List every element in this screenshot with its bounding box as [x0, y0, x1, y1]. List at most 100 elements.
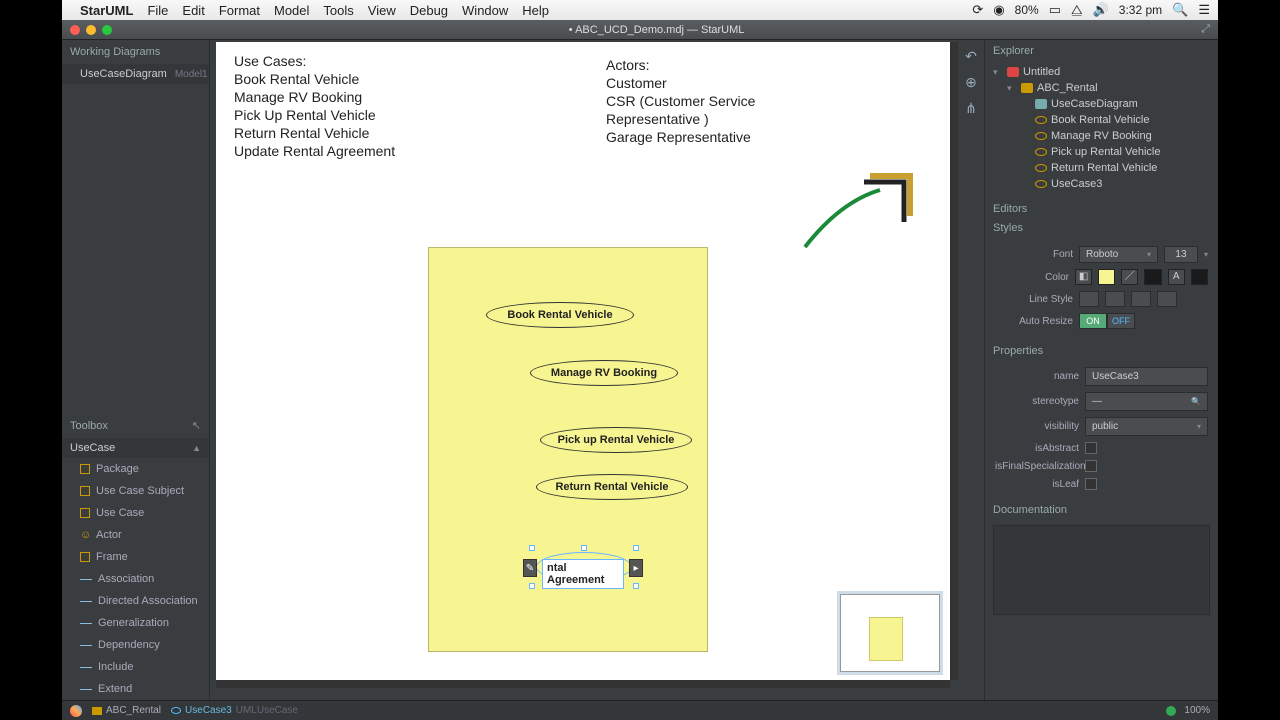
prop-visibility-select[interactable]: public▾: [1085, 417, 1208, 436]
font-select[interactable]: Roboto▾: [1079, 246, 1158, 263]
tree-uc-1[interactable]: Manage RV Booking: [993, 128, 1218, 144]
tool-association[interactable]: Association: [62, 568, 209, 590]
tree-uc-3[interactable]: Return Rental Vehicle: [993, 160, 1218, 176]
app-name[interactable]: StarUML: [80, 3, 133, 18]
linestyle-1[interactable]: [1079, 291, 1099, 307]
status-element[interactable]: UseCase3UMLUseCase: [171, 705, 298, 716]
usecase-return[interactable]: Return Rental Vehicle: [536, 474, 688, 500]
tool-actor[interactable]: ☺Actor: [62, 524, 209, 546]
traffic-lights: [70, 25, 112, 35]
text-tool-icon[interactable]: A: [1168, 269, 1185, 285]
left-panel: Working Diagrams UseCaseDiagram Model1 T…: [62, 40, 210, 700]
arrow-decoration: [800, 172, 920, 252]
toolbox-title: Toolbox: [70, 420, 108, 432]
autoresize-toggle[interactable]: ONOFF: [1079, 313, 1135, 329]
usecase-book[interactable]: Book Rental Vehicle: [486, 302, 634, 328]
mac-menubar: StarUML File Edit Format Model Tools Vie…: [62, 0, 1218, 20]
menu-icon[interactable]: ☰: [1198, 2, 1210, 18]
tree-diagram[interactable]: UseCaseDiagram: [993, 96, 1218, 112]
minimize-button[interactable]: [86, 25, 96, 35]
wifi-icon[interactable]: ⧋: [1071, 2, 1083, 18]
menu-tools[interactable]: Tools: [323, 3, 353, 18]
tool-directed-association[interactable]: Directed Association: [62, 590, 209, 612]
window-title: • ABC_UCD_Demo.mdj — StarUML: [569, 24, 745, 36]
linestyle-2[interactable]: [1105, 291, 1125, 307]
tree-uc-4[interactable]: UseCase3: [993, 176, 1218, 192]
prop-name-input[interactable]: UseCase3: [1085, 367, 1208, 386]
tool-usecase-subject[interactable]: Use Case Subject: [62, 480, 209, 502]
quick-edit-right[interactable]: ▸: [629, 559, 643, 577]
actors-note: Actors: Customer CSR (Customer Service R…: [606, 56, 755, 146]
fill-color-swatch[interactable]: [1098, 269, 1115, 285]
right-dock: ↶ ⊕ ⋔: [958, 40, 984, 700]
zoom-level[interactable]: 100%: [1184, 705, 1210, 716]
vertical-scrollbar[interactable]: [950, 42, 958, 680]
menu-debug[interactable]: Debug: [410, 3, 448, 18]
font-size-input[interactable]: 13: [1164, 246, 1198, 263]
minimap[interactable]: [840, 594, 940, 672]
sync-icon[interactable]: ⟳: [972, 2, 983, 18]
battery-icon[interactable]: ▭: [1049, 2, 1061, 18]
editors-title: Editors: [985, 198, 1218, 220]
volume-icon[interactable]: 🔊: [1093, 2, 1109, 18]
menu-help[interactable]: Help: [522, 3, 549, 18]
prop-isabstract-checkbox[interactable]: [1085, 442, 1097, 454]
autoresize-label: Auto Resize: [995, 316, 1073, 327]
prop-isfinal-checkbox[interactable]: [1085, 460, 1097, 472]
tree-root[interactable]: ▾Untitled: [993, 64, 1218, 80]
linestyle-4[interactable]: [1157, 291, 1177, 307]
prop-stereotype-input[interactable]: —🔍: [1085, 392, 1208, 411]
tool-include[interactable]: Include: [62, 656, 209, 678]
tool-usecase[interactable]: Use Case: [62, 502, 209, 524]
tool-dependency[interactable]: Dependency: [62, 634, 209, 656]
documentation-textarea[interactable]: [993, 525, 1210, 615]
pointer-tool-icon[interactable]: ↖: [192, 419, 201, 432]
linestyle-3[interactable]: [1131, 291, 1151, 307]
kite-icon[interactable]: ◉: [993, 2, 1004, 18]
usecase-pickup[interactable]: Pick up Rental Vehicle: [540, 427, 692, 453]
collapse-icon: ▲: [192, 443, 201, 453]
menu-file[interactable]: File: [147, 3, 168, 18]
quick-edit-left[interactable]: ✎: [523, 559, 537, 577]
usecase-name-input[interactable]: ntal Agreement: [542, 559, 624, 589]
line-tool-icon[interactable]: ／: [1121, 269, 1138, 285]
menu-model[interactable]: Model: [274, 3, 309, 18]
tool-generalization[interactable]: Generalization: [62, 612, 209, 634]
undo-icon[interactable]: ↶: [963, 48, 979, 64]
tree-uc-0[interactable]: Book Rental Vehicle: [993, 112, 1218, 128]
target-icon[interactable]: ⊕: [963, 74, 979, 90]
tool-package[interactable]: Package: [62, 458, 209, 480]
expand-icon[interactable]: ⤢: [1201, 23, 1210, 36]
tool-extend[interactable]: Extend: [62, 678, 209, 700]
menu-window[interactable]: Window: [462, 3, 508, 18]
working-diagram-item[interactable]: UseCaseDiagram Model1: [62, 64, 209, 84]
menu-edit[interactable]: Edit: [182, 3, 204, 18]
spotlight-icon[interactable]: 🔍: [1172, 2, 1188, 18]
usecases-note: Use Cases: Book Rental Vehicle Manage RV…: [234, 52, 395, 160]
line-color-swatch[interactable]: [1144, 269, 1161, 285]
usecase-manage[interactable]: Manage RV Booking: [530, 360, 678, 386]
canvas-wrap: Use Cases: Book Rental Vehicle Manage RV…: [210, 40, 958, 700]
clock[interactable]: 3:32 pm: [1119, 3, 1162, 17]
text-color-swatch[interactable]: [1191, 269, 1208, 285]
status-package[interactable]: ABC_Rental: [92, 705, 161, 716]
status-ok-icon: [1166, 706, 1176, 716]
tool-frame[interactable]: Frame: [62, 546, 209, 568]
toolbox-section[interactable]: UseCase ▲: [62, 438, 209, 458]
tree-uc-2[interactable]: Pick up Rental Vehicle: [993, 144, 1218, 160]
working-diagrams-title: Working Diagrams: [62, 40, 209, 64]
close-button[interactable]: [70, 25, 80, 35]
styles-title: Styles: [985, 220, 1218, 239]
tree-package[interactable]: ▾ABC_Rental: [993, 80, 1218, 96]
working-diagram-sub: Model1: [175, 69, 208, 80]
menu-view[interactable]: View: [368, 3, 396, 18]
diagram-canvas[interactable]: Use Cases: Book Rental Vehicle Manage RV…: [216, 42, 950, 680]
properties-title: Properties: [985, 340, 1218, 362]
menu-format[interactable]: Format: [219, 3, 260, 18]
zoom-button[interactable]: [102, 25, 112, 35]
share-icon[interactable]: ⋔: [963, 100, 979, 116]
fill-tool-icon[interactable]: ◧: [1075, 269, 1092, 285]
prop-isleaf-checkbox[interactable]: [1085, 478, 1097, 490]
linestyle-label: Line Style: [995, 294, 1073, 305]
horizontal-scrollbar[interactable]: [216, 680, 950, 688]
